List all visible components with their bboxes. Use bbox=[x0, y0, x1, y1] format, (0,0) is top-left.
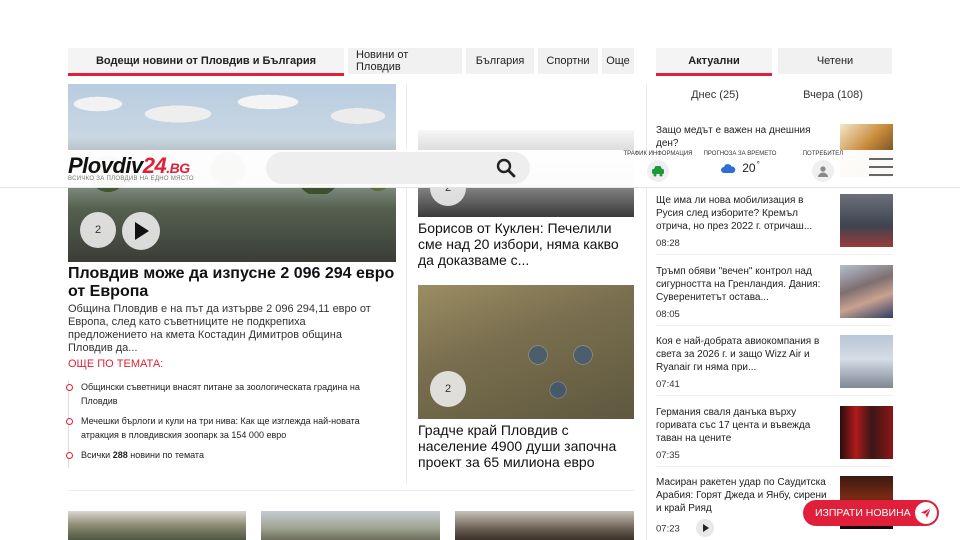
temperature-unit: ° bbox=[756, 159, 760, 169]
mid-article-title[interactable]: Градче край Пловдив с население 4900 душ… bbox=[418, 422, 638, 470]
related-list: Общински съветници внасят питане за зоол… bbox=[66, 380, 388, 468]
news-item[interactable]: Защо медът е важен на днешния ден? bbox=[656, 124, 893, 177]
search-box bbox=[266, 152, 530, 184]
news-thumbnail bbox=[840, 265, 893, 318]
news-title: Ще има ли нова мобилизация в Русия след … bbox=[656, 195, 813, 232]
column-divider bbox=[406, 84, 407, 484]
related-all-prefix: Всички bbox=[81, 450, 111, 460]
filter-yesterday[interactable]: Вчера (108) bbox=[774, 89, 892, 101]
user-button[interactable]: ПОТРЕБИТЕЛ bbox=[790, 150, 856, 186]
logo-domain: .BG bbox=[166, 160, 190, 176]
category-tabs: Водещи новини от Пловдив и България Нови… bbox=[68, 48, 634, 76]
mid-article-image[interactable]: 2 bbox=[418, 285, 634, 419]
send-news-button[interactable]: ИЗПРАТИ НОВИНА bbox=[803, 500, 939, 526]
news-title: Тръмп обяви "вечен" контрол над сигурнос… bbox=[656, 266, 821, 303]
tab-main-news[interactable]: Водещи новини от Пловдив и България bbox=[68, 48, 344, 76]
related-all-suffix: новини по темата bbox=[130, 450, 204, 460]
filter-today[interactable]: Днес (25) bbox=[656, 89, 774, 101]
user-icon bbox=[818, 166, 828, 177]
weather-label: ПРОГНОЗА ЗА ВРЕМЕТО bbox=[703, 151, 777, 157]
news-title: Германия сваля данъка върху горивата със… bbox=[656, 407, 811, 444]
bottom-article-image[interactable] bbox=[68, 511, 246, 540]
site-header: Plovdiv24.BG ВСИЧКО ЗА ПЛОВДИВ НА ЕДНО М… bbox=[0, 150, 960, 188]
bottom-article-image[interactable] bbox=[455, 511, 634, 540]
search-icon[interactable] bbox=[496, 158, 516, 178]
traffic-info-button[interactable]: ТРАФИК ИНФОРМАЦИЯ bbox=[620, 150, 696, 186]
mid-article-comments[interactable]: 2 bbox=[430, 371, 466, 407]
main-article-comments[interactable]: 2 bbox=[80, 212, 116, 248]
user-label: ПОТРЕБИТЕЛ bbox=[802, 151, 844, 157]
news-item[interactable]: Германия сваля данъка върху горивата със… bbox=[656, 406, 893, 467]
related-all-count: 288 bbox=[112, 450, 128, 460]
traffic-label: ТРАФИК ИНФОРМАЦИЯ bbox=[623, 151, 693, 157]
news-thumbnail bbox=[840, 335, 893, 388]
news-item[interactable]: Тръмп обяви "вечен" контрол над сигурнос… bbox=[656, 265, 893, 326]
send-news-label: ИЗПРАТИ НОВИНА bbox=[815, 507, 911, 519]
main-article-lead: Община Пловдив е на път да изтърве 2 096… bbox=[68, 303, 371, 354]
news-time: 07:23 bbox=[656, 523, 680, 535]
logo-text: Plovdiv bbox=[68, 153, 143, 178]
news-thumbnail bbox=[840, 194, 893, 247]
news-thumbnail bbox=[840, 406, 893, 459]
tab-current[interactable]: Актуални bbox=[656, 48, 772, 76]
tab-plovdiv-news[interactable]: Новини от Пловдив bbox=[348, 48, 462, 74]
news-title: Коя е най-добрата авиокомпания в света з… bbox=[656, 336, 820, 373]
tab-bulgaria[interactable]: България bbox=[466, 48, 534, 74]
hamburger-menu-icon[interactable] bbox=[869, 158, 893, 178]
related-header: ОЩЕ ПО ТЕМАТА: bbox=[68, 358, 164, 370]
related-item[interactable]: Мечешки бърлоги и кули на три нива: Как … bbox=[66, 414, 388, 442]
temperature-value: 20 bbox=[742, 161, 756, 175]
tab-more[interactable]: Още bbox=[602, 48, 634, 74]
tab-sports[interactable]: Спортни bbox=[538, 48, 598, 74]
related-all-link[interactable]: Всички 288 новини по темата bbox=[66, 448, 388, 462]
news-item[interactable]: Коя е най-добрата авиокомпания в света з… bbox=[656, 335, 893, 396]
weather-button[interactable]: ПРОГНОЗА ЗА ВРЕМЕТО 20 ° bbox=[700, 150, 780, 186]
logo-tagline: ВСИЧКО ЗА ПЛОВДИВ НА ЕДНО МЯСТО bbox=[68, 176, 194, 182]
day-filter: Днес (25) Вчера (108) bbox=[656, 89, 892, 101]
bottom-article-image[interactable] bbox=[261, 511, 440, 540]
related-item[interactable]: Общински съветници внасят питане за зоол… bbox=[66, 380, 388, 408]
search-input[interactable] bbox=[266, 152, 486, 184]
car-icon bbox=[652, 166, 664, 177]
news-feed-tabs: Актуални Четени bbox=[656, 48, 892, 76]
mid-article-title[interactable]: Борисов от Куклен: Печелили сме над 20 и… bbox=[418, 220, 638, 268]
news-title: Защо медът е важен на днешния ден? bbox=[656, 125, 811, 149]
news-item[interactable]: Ще има ли нова мобилизация в Русия след … bbox=[656, 194, 893, 255]
main-article-title[interactable]: Пловдив може да изпусне 2 096 294 евро о… bbox=[68, 265, 398, 301]
paper-plane-icon bbox=[915, 502, 937, 524]
section-divider bbox=[68, 490, 634, 491]
play-icon[interactable] bbox=[122, 212, 160, 250]
news-title: Масиран ракетен удар по Саудитска Арабия… bbox=[656, 477, 827, 514]
cloud-icon bbox=[721, 163, 736, 173]
logo-number: 24 bbox=[142, 153, 167, 178]
tab-most-read[interactable]: Четени bbox=[778, 48, 892, 74]
site-logo[interactable]: Plovdiv24.BG ВСИЧКО ЗА ПЛОВДИВ НА ЕДНО М… bbox=[68, 153, 194, 182]
play-icon[interactable] bbox=[695, 519, 714, 537]
